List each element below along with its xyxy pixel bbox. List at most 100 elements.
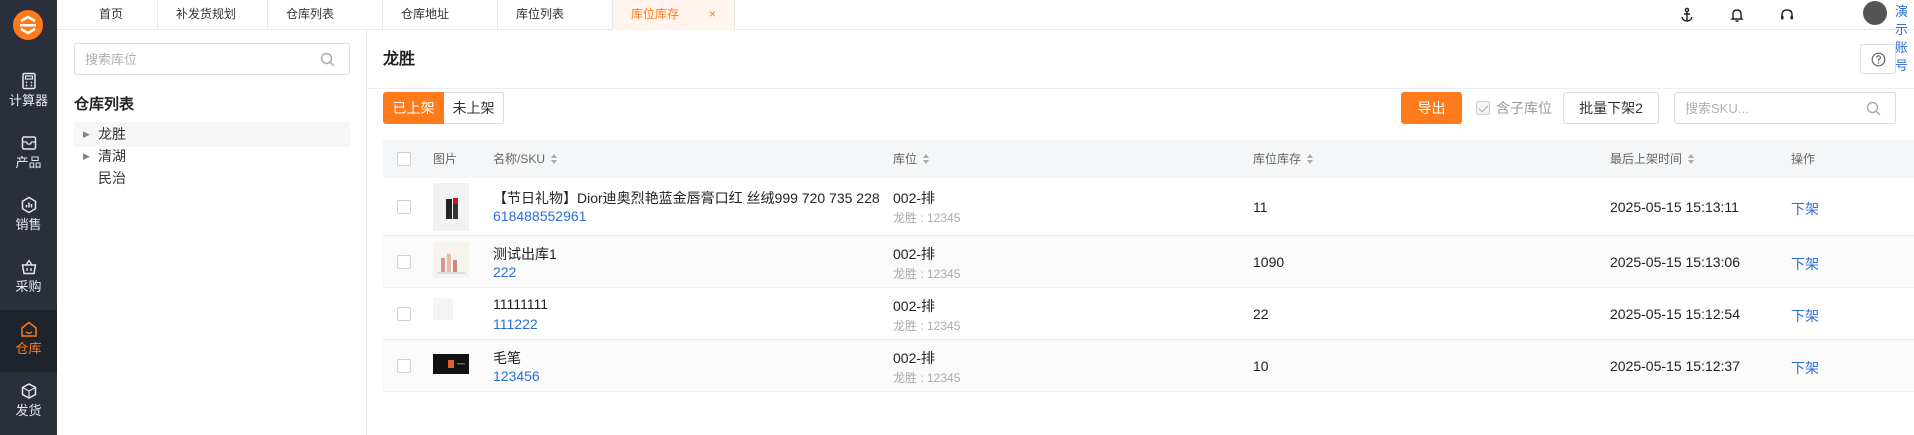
- location-detail: 龙胜 : 12345: [893, 319, 961, 333]
- location-detail: 龙胜 : 12345: [893, 211, 961, 225]
- last-listed-time: 2025-05-15 15:12:54: [1610, 306, 1740, 322]
- column-header-action: 操作: [1791, 152, 1816, 166]
- app-logo-icon[interactable]: [13, 10, 43, 40]
- nav-item-purchase[interactable]: 采购: [0, 248, 57, 310]
- location-detail: 龙胜 : 12345: [893, 267, 961, 281]
- sku-search-input[interactable]: [1675, 93, 1855, 123]
- product-sku-link[interactable]: 111222: [493, 316, 538, 332]
- tab-location-list[interactable]: 库位列表: [498, 0, 613, 30]
- nav-item-warehouse[interactable]: 仓库: [0, 310, 57, 372]
- product-name: 测试出库1: [493, 246, 557, 262]
- calculator-icon: [21, 72, 36, 90]
- tab-replenishment-plan[interactable]: 补发货规划: [158, 0, 268, 30]
- tab-warehouse-address[interactable]: 仓库地址: [383, 0, 498, 30]
- tree-title: 仓库列表: [74, 96, 135, 113]
- sort-icon[interactable]: [551, 154, 558, 164]
- nav-item-sales[interactable]: 销售: [0, 186, 57, 248]
- segment-unlisted[interactable]: 未上架: [444, 92, 504, 124]
- shipping-icon: [21, 383, 36, 399]
- column-header-location[interactable]: 库位: [893, 140, 930, 178]
- shopping-basket-icon: [21, 259, 36, 275]
- sort-icon[interactable]: [1307, 154, 1314, 164]
- nav-label: 产品: [15, 155, 42, 170]
- product-image[interactable]: [433, 298, 453, 320]
- tree-node-label: 龙胜: [98, 126, 126, 142]
- avatar[interactable]: [1863, 1, 1887, 25]
- product-name: 11111111: [493, 296, 549, 312]
- last-listed-time: 2025-05-15 15:13:11: [1610, 199, 1739, 215]
- product-sku-link[interactable]: 222: [493, 264, 516, 280]
- segment-listed[interactable]: 已上架: [383, 92, 444, 124]
- page-title: 龙胜: [383, 51, 416, 68]
- unlist-link[interactable]: 下架: [1791, 254, 1819, 274]
- unlist-link[interactable]: 下架: [1791, 358, 1819, 378]
- sku-search-box: [1674, 92, 1896, 124]
- help-button[interactable]: [1860, 44, 1896, 74]
- tree-node-label: 民治: [98, 170, 126, 186]
- select-all-checkbox[interactable]: [397, 152, 411, 166]
- tab-label: 仓库列表: [286, 7, 335, 21]
- row-checkbox[interactable]: [397, 359, 411, 373]
- unlist-link[interactable]: 下架: [1791, 306, 1819, 326]
- tab-home[interactable]: 首页: [81, 0, 158, 30]
- last-listed-time: 2025-05-15 15:12:37: [1610, 358, 1740, 374]
- product-sku-link[interactable]: 618488552961: [493, 208, 586, 224]
- product-image[interactable]: [433, 183, 469, 231]
- product-sku-link[interactable]: 123456: [493, 368, 540, 384]
- table-row: 测试出库1 222 002-排 龙胜 : 12345 1090 2025-05-…: [383, 236, 1914, 288]
- tab-warehouse-list[interactable]: 仓库列表: [268, 0, 383, 30]
- column-header-stock[interactable]: 库位库存: [1253, 140, 1314, 178]
- stock-quantity: 22: [1253, 306, 1269, 322]
- tree-node-minzhi[interactable]: 民治: [74, 166, 350, 191]
- unlist-link[interactable]: 下架: [1791, 199, 1819, 219]
- location-name: 002-排: [893, 350, 936, 366]
- row-checkbox[interactable]: [397, 200, 411, 214]
- column-header-image: 图片: [433, 152, 458, 166]
- nav-item-calculator[interactable]: 计算器: [0, 62, 57, 124]
- stock-quantity: 11: [1253, 199, 1268, 215]
- sort-icon[interactable]: [1688, 154, 1695, 164]
- divider: [367, 88, 1914, 89]
- warehouse-tree-panel: 仓库列表 ▶ 龙胜 ▶ 清湖 民治: [57, 30, 367, 435]
- table-row: 【节日礼物】Dior迪奥烈艳蓝金唇膏口红 丝绒999 720 735 228 6…: [383, 178, 1914, 236]
- location-name: 002-排: [893, 190, 936, 206]
- sales-chart-icon: [21, 196, 36, 214]
- include-sublocation-checkbox[interactable]: 含子库位: [1476, 100, 1552, 116]
- checkbox-checked-icon[interactable]: [1476, 101, 1490, 115]
- row-checkbox[interactable]: [397, 307, 411, 321]
- product-image[interactable]: [433, 242, 469, 278]
- tab-label: 库位列表: [516, 7, 565, 21]
- tab-label: 补发货规划: [176, 7, 237, 21]
- anchor-icon[interactable]: [1679, 7, 1695, 23]
- tab-location-stock[interactable]: 库位库存 ×: [613, 0, 735, 30]
- column-label: 库位库存: [1253, 152, 1302, 166]
- sort-icon[interactable]: [923, 154, 930, 164]
- location-name: 002-排: [893, 298, 936, 314]
- include-sublocation-label: 含子库位: [1496, 100, 1552, 116]
- export-button[interactable]: 导出: [1401, 92, 1462, 124]
- nav-item-product[interactable]: 产品: [0, 124, 57, 186]
- search-icon[interactable]: [1866, 101, 1881, 116]
- product-image[interactable]: [433, 354, 469, 374]
- warehouse-icon: [20, 321, 37, 337]
- location-search-box: [74, 43, 350, 75]
- headset-icon[interactable]: [1779, 7, 1795, 23]
- table-row: 11111111 111222 002-排 龙胜 : 12345 22 2025…: [383, 288, 1914, 340]
- column-label: 最后上架时间: [1610, 152, 1683, 166]
- column-header-name[interactable]: 名称/SKU: [493, 140, 558, 178]
- question-icon: [1871, 52, 1886, 67]
- tab-close-icon[interactable]: ×: [709, 0, 716, 29]
- column-label: 库位: [893, 152, 918, 166]
- batch-unlist-button[interactable]: 批量下架2: [1563, 92, 1659, 124]
- nav-label: 仓库: [15, 341, 42, 356]
- table-header: 图片 名称/SKU 库位 库位库存 最后上架时间 操作: [383, 140, 1914, 178]
- bell-icon[interactable]: [1729, 7, 1745, 23]
- nav-item-shipping[interactable]: 发货: [0, 372, 57, 434]
- column-header-time[interactable]: 最后上架时间: [1610, 140, 1695, 178]
- location-search-input[interactable]: [75, 44, 305, 74]
- product-name: 【节日礼物】Dior迪奥烈艳蓝金唇膏口红 丝绒999 720 735 228: [493, 190, 880, 206]
- nav-label: 发货: [15, 403, 42, 418]
- search-icon[interactable]: [320, 52, 335, 67]
- tab-bar: 首页 补发货规划 仓库列表 仓库地址 库位列表 库位库存 × 演示账号: [57, 0, 1914, 73]
- row-checkbox[interactable]: [397, 255, 411, 269]
